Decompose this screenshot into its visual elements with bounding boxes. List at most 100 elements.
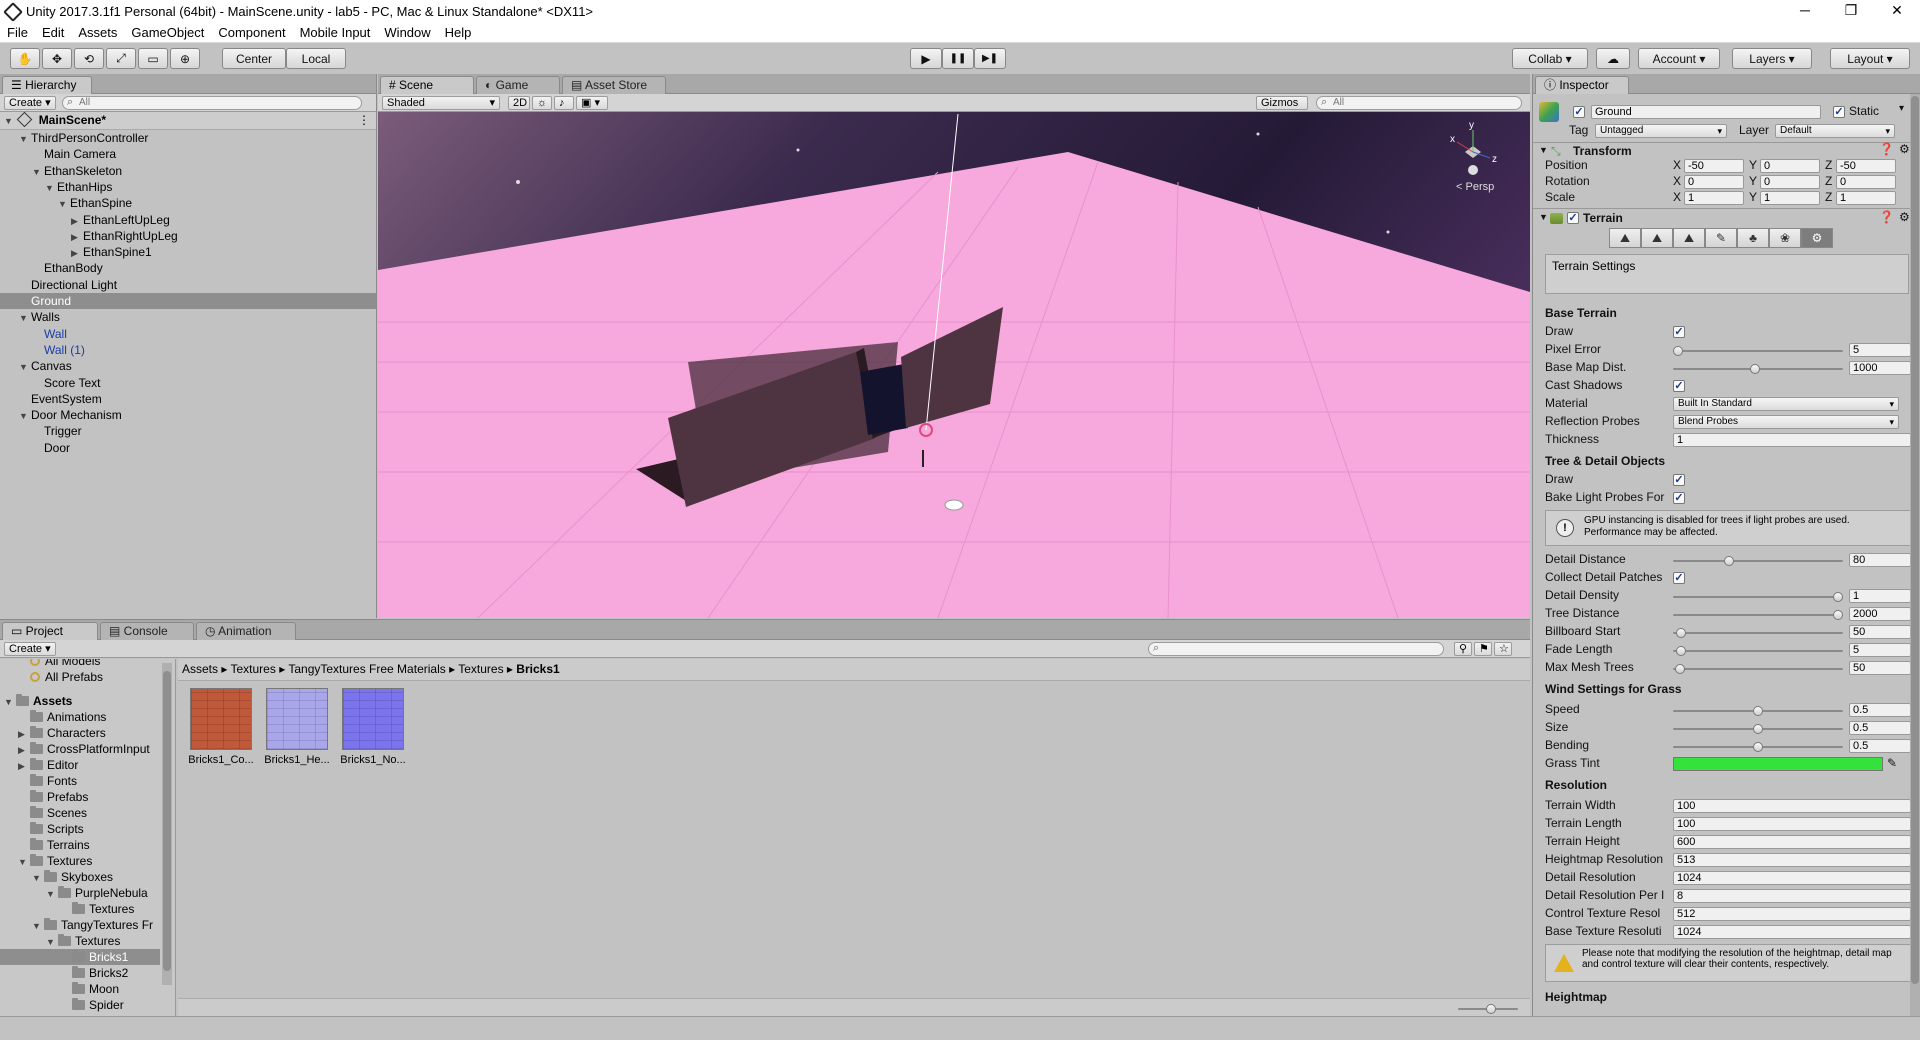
transform-expand-icon[interactable]: ▼ [1539,145,1548,155]
resolution-row-field[interactable]: 1024 [1673,871,1911,885]
asset-label[interactable]: Bricks1_Co... [185,754,257,766]
pixel-error-field[interactable]: 5 [1849,343,1911,357]
collab-button[interactable]: Collab ▾ [1512,48,1588,69]
detail-density-knob[interactable] [1833,592,1843,602]
transform-rotation-x-field[interactable]: 0 [1684,175,1744,189]
transform-tool-icon[interactable]: ⊕ [170,48,200,69]
transform-help-icon[interactable]: ❓ [1879,142,1894,156]
billboard-start-field[interactable]: 50 [1849,625,1911,639]
detail-distance-knob[interactable] [1724,556,1735,566]
fade-length-slider[interactable] [1673,646,1843,656]
static-checkbox[interactable]: ✓ [1833,106,1845,118]
project-folder-item[interactable]: Prefabs [0,789,160,805]
thumbnail-size-knob[interactable] [1486,1004,1496,1014]
light-gizmo-icon[interactable] [944,499,964,511]
tree-distance-slider[interactable] [1673,610,1843,620]
asset-thumbnail[interactable] [190,688,252,750]
expand-arrow-icon[interactable]: ▶ [71,213,83,229]
layers-dropdown[interactable]: Layers ▾ [1732,48,1812,69]
tree-draw-checkbox[interactable]: ✓ [1673,474,1685,486]
scene-expand-icon[interactable]: ▼ [4,113,16,130]
tree-distance-field[interactable]: 2000 [1849,607,1911,621]
lighting-toggle-icon[interactable]: ☼ [532,96,552,110]
scene-viewport[interactable]: y x z < Persp [378,112,1530,618]
grass-tint-swatch[interactable] [1673,757,1883,771]
step-button[interactable]: ▶❚ [974,48,1006,69]
wind-bending-field[interactable]: 0.5 [1849,739,1911,753]
asset-thumbnail[interactable] [342,688,404,750]
project-folder-item[interactable]: Textures [0,901,160,917]
pixel-error-knob[interactable] [1673,346,1683,356]
hierarchy-item[interactable]: Score Text [0,375,376,391]
wind-speed-field[interactable]: 0.5 [1849,703,1911,717]
transform-rotation-y-field[interactable]: 0 [1760,175,1820,189]
folder-tree-scroll-thumb[interactable] [163,671,171,971]
search-by-type-icon[interactable]: ⚲ [1454,642,1472,656]
bake-light-probes-checkbox[interactable]: ✓ [1673,492,1685,504]
hierarchy-item[interactable]: Wall [0,326,376,342]
max-mesh-trees-knob[interactable] [1674,664,1685,674]
reflection-probes-dropdown[interactable]: Blend Probes [1673,415,1899,429]
expand-arrow-icon[interactable]: ▼ [32,164,44,180]
hierarchy-item[interactable]: Wall (1) [0,342,376,358]
hierarchy-item[interactable]: Door [0,440,376,456]
wind-speed-slider[interactable] [1673,706,1843,716]
favorites-star-icon[interactable]: ☆ [1494,642,1512,656]
menu-edit[interactable]: Edit [35,25,71,40]
project-folder-item[interactable]: Terrains [0,837,160,853]
search-by-label-icon[interactable]: ⚑ [1474,642,1492,656]
expand-arrow-icon[interactable]: ▶ [71,245,83,261]
cast-shadows-checkbox[interactable]: ✓ [1673,380,1685,392]
hierarchy-item[interactable]: Ground [0,293,376,309]
tab-inspector[interactable]: ⓘ Inspector [1535,76,1629,94]
active-checkbox[interactable]: ✓ [1573,106,1585,118]
resolution-row-field[interactable]: 100 [1673,817,1911,831]
collect-detail-patches-checkbox[interactable]: ✓ [1673,572,1685,584]
rotate-tool-icon[interactable]: ⟲ [74,48,104,69]
breadcrumb-textures-2[interactable]: Textures [458,662,503,676]
breadcrumb-textures[interactable]: Textures [231,662,276,676]
hierarchy-item[interactable]: ▶ EthanLeftUpLeg [0,212,376,228]
project-folder-item[interactable]: Animations [0,709,160,725]
terrain-enabled-checkbox[interactable]: ✓ [1567,212,1579,224]
hierarchy-item[interactable]: ▼ EthanSpine [0,195,376,211]
pivot-local-button[interactable]: Local [286,48,346,69]
hierarchy-item[interactable]: Main Camera [0,146,376,162]
tag-dropdown[interactable]: Untagged [1595,124,1727,138]
resolution-row-field[interactable]: 512 [1673,907,1911,921]
project-folder-item[interactable]: ▼ Textures [0,933,160,949]
expand-arrow-icon[interactable]: ▼ [32,918,44,934]
scene-search-input[interactable]: All [1316,96,1522,110]
expand-arrow-icon[interactable]: ▼ [32,870,44,886]
object-name-field[interactable]: Ground [1591,105,1821,119]
project-folder-item[interactable]: ▼ Assets [0,693,160,709]
paint-details-icon[interactable]: ❀ [1769,228,1801,248]
project-folder-item[interactable]: ▶ CrossPlatformInput [0,741,160,757]
project-search-input[interactable] [1148,642,1444,656]
account-dropdown[interactable]: Account ▾ [1638,48,1720,69]
billboard-start-knob[interactable] [1676,628,1687,638]
expand-arrow-icon[interactable]: ▼ [45,180,57,196]
menu-help[interactable]: Help [438,25,479,40]
hierarchy-item[interactable]: ▶ EthanRightUpLeg [0,228,376,244]
tab-console[interactable]: ▤ Console [100,622,194,640]
hierarchy-item[interactable]: ▼ EthanHips [0,179,376,195]
inspector-scroll-thumb[interactable] [1911,96,1919,984]
transform-position-y-field[interactable]: 0 [1760,159,1820,173]
detail-distance-slider[interactable] [1673,556,1843,566]
favorite-item[interactable]: All Prefabs [0,669,160,685]
tab-animation[interactable]: ◷ Animation [196,622,296,640]
menu-mobile-input[interactable]: Mobile Input [293,25,378,40]
rect-tool-icon[interactable]: ▭ [138,48,168,69]
mode-2d-toggle[interactable]: 2D [508,96,530,110]
resolution-row-field[interactable]: 513 [1673,853,1911,867]
menu-window[interactable]: Window [377,25,437,40]
minimize-button[interactable]: ─ [1782,0,1828,23]
expand-arrow-icon[interactable]: ▶ [18,726,30,742]
project-folder-item[interactable]: Moon [0,981,160,997]
fade-length-field[interactable]: 5 [1849,643,1911,657]
terrain-expand-icon[interactable]: ▼ [1539,212,1548,222]
base-map-dist-slider[interactable] [1673,364,1843,374]
detail-density-slider[interactable] [1673,592,1843,602]
max-mesh-trees-slider[interactable] [1673,664,1843,674]
